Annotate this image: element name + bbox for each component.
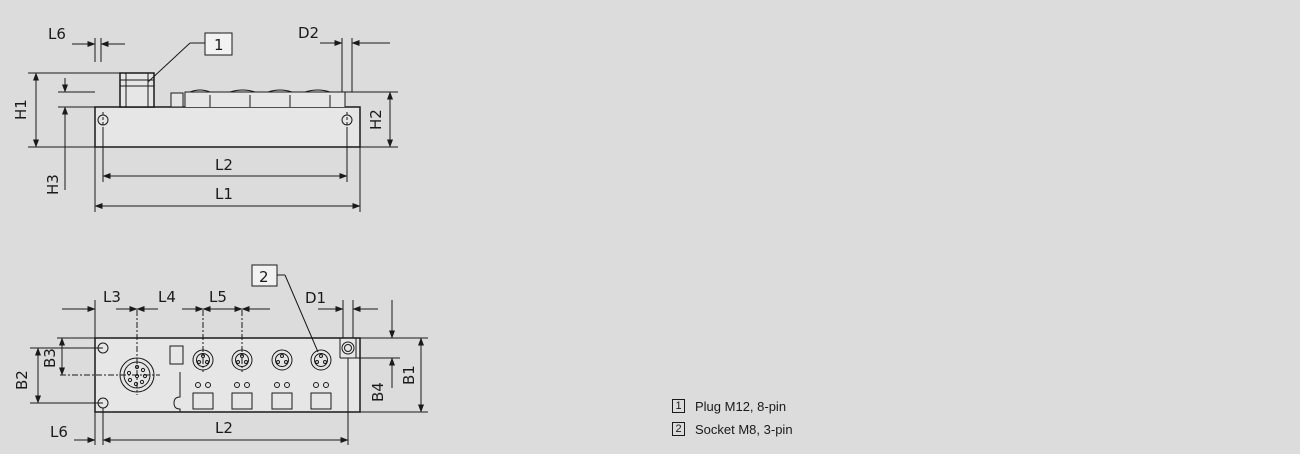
label-b3: B3 bbox=[41, 348, 59, 368]
legend-number-box: 2 bbox=[672, 422, 685, 436]
side-view-body bbox=[94, 72, 361, 148]
legend-text: Plug M12, 8-pin bbox=[695, 398, 787, 414]
legend-item: 1 Plug M12, 8-pin bbox=[672, 396, 793, 416]
label-d2: D2 bbox=[298, 24, 319, 42]
label-h2: H2 bbox=[367, 109, 385, 130]
label-l5: L5 bbox=[209, 288, 227, 306]
label-d1: D1 bbox=[305, 289, 326, 307]
label-l4: L4 bbox=[158, 288, 176, 306]
front-view-body bbox=[60, 310, 361, 413]
label-h1: H1 bbox=[12, 99, 30, 120]
label-l2-top: L2 bbox=[215, 156, 233, 174]
drawing-panel: L6 D2 H1 H3 H2 L2 L1 1 L3 L4 L5 D1 B3 B2… bbox=[0, 0, 1300, 454]
dim-d1 bbox=[318, 300, 378, 338]
label-b2: B2 bbox=[13, 370, 31, 390]
dim-l6-top bbox=[72, 38, 125, 62]
legend-text: Socket M8, 3-pin bbox=[695, 421, 793, 437]
label-l3: L3 bbox=[103, 288, 121, 306]
legend-number-box: 1 bbox=[672, 399, 685, 413]
dim-b3 bbox=[57, 337, 95, 376]
label-b1: B1 bbox=[400, 365, 418, 385]
label-b4: B4 bbox=[369, 382, 387, 402]
dim-h3 bbox=[58, 78, 95, 190]
label-l2-bottom: L2 bbox=[215, 419, 233, 437]
callout-1-number: 1 bbox=[214, 36, 224, 54]
callout-2-number: 2 bbox=[259, 268, 269, 286]
dim-d2 bbox=[320, 38, 390, 92]
label-l6-top: L6 bbox=[48, 25, 66, 43]
technical-drawing: L6 D2 H1 H3 H2 L2 L1 1 L3 L4 L5 D1 B3 B2… bbox=[12, 24, 428, 445]
legend: 1 Plug M12, 8-pin 2 Socket M8, 3-pin bbox=[672, 396, 793, 442]
legend-item: 2 Socket M8, 3-pin bbox=[672, 419, 793, 439]
dim-b4 bbox=[356, 300, 400, 388]
label-h3: H3 bbox=[44, 174, 62, 195]
label-l6-bottom: L6 bbox=[50, 423, 68, 441]
label-l1: L1 bbox=[215, 185, 233, 203]
dim-l6-bottom bbox=[74, 408, 225, 445]
